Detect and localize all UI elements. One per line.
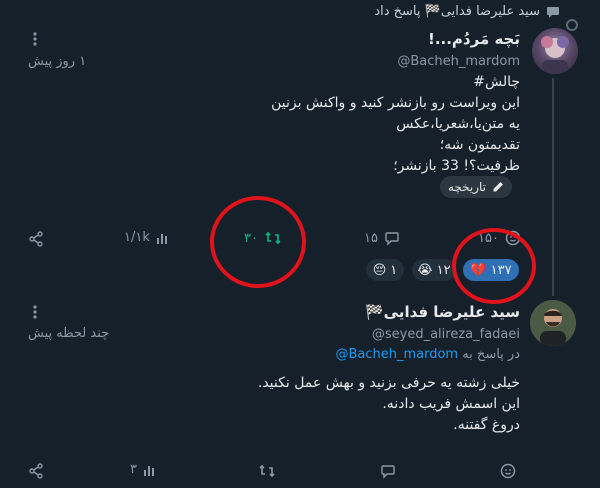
post-line: دروغ گفتنه.	[453, 417, 520, 433]
post-line: تقدیمتون شه؛	[439, 137, 520, 153]
reply-button[interactable]: ۱۵	[364, 230, 400, 246]
share-icon[interactable]	[28, 231, 44, 247]
post-time: ۱ روز پیش	[28, 54, 87, 69]
crying-emoji-icon: 😭	[417, 262, 433, 278]
reply-icon[interactable]	[380, 463, 396, 479]
post-body: چالش# این ویراست رو بازنشر کنید و واکنش …	[80, 72, 520, 177]
reply-count: ۱۵	[364, 230, 378, 246]
annotation-circle-reposts	[210, 196, 306, 288]
annotation-circle-reaction	[452, 228, 536, 304]
smiley-react-icon[interactable]	[500, 463, 516, 479]
thread-line	[552, 78, 554, 296]
repost-indicator-icon	[565, 18, 579, 32]
post-line: این ویراست رو بازنشر کنید و واکنش بزنین	[271, 95, 520, 111]
views-button[interactable]: ۱/۱k	[124, 230, 170, 245]
reply-context: در پاسخ به @Bacheh_mardom	[335, 347, 520, 362]
reaction-count: ۱	[390, 262, 398, 278]
post-line: چالش#	[473, 74, 520, 90]
post-header: سید علیرضا فدایی🏁 @seyed_alireza_fadaei	[365, 303, 520, 342]
avatar[interactable]	[532, 28, 578, 74]
views-count: ۳	[130, 462, 137, 477]
replied-header: سید علیرضا فدایی🏁 پاسخ داد	[374, 4, 560, 19]
avatar[interactable]	[530, 300, 576, 346]
post-line: یه متن‌یا،شعریا،عکس	[396, 116, 520, 132]
pencil-icon	[492, 181, 504, 193]
avatar-image	[530, 300, 576, 346]
bar-chart-icon	[143, 463, 157, 477]
reply-icon	[384, 230, 400, 246]
repost-icon[interactable]	[258, 463, 276, 479]
post-line: این اسمش فریب دادنه.	[382, 396, 520, 412]
display-name[interactable]: سید علیرضا فدایی🏁	[365, 303, 520, 321]
post-time: چند لحظه پیش	[28, 326, 110, 341]
reaction-pill-sad[interactable]: 😔 ۱	[366, 259, 404, 281]
reply-to-link[interactable]: @Bacheh_mardom	[335, 347, 458, 362]
views-button[interactable]: ۳	[130, 462, 157, 477]
edit-history-button[interactable]: تاریخچه	[439, 176, 512, 198]
views-count: ۱/۱k	[124, 230, 150, 245]
post-body: خیلی زشته یه حرفی بزنید و بهش عمل نکنید.…	[80, 373, 520, 436]
more-options-icon[interactable]	[30, 32, 40, 46]
handle[interactable]: @Bacheh_mardom	[397, 54, 520, 69]
post-line: ظرفیت؟! 33 بازنشر؛	[393, 158, 520, 174]
bar-chart-icon	[156, 231, 170, 245]
reply-prefix: در پاسخ به	[462, 347, 520, 362]
avatar-image	[541, 36, 569, 74]
more-options-icon[interactable]	[30, 305, 40, 319]
post-line: خیلی زشته یه حرفی بزنید و بهش عمل نکنید.	[257, 375, 520, 391]
handle[interactable]: @seyed_alireza_fadaei	[372, 327, 520, 342]
share-icon[interactable]	[28, 463, 44, 479]
replied-header-text: سید علیرضا فدایی🏁 پاسخ داد	[374, 4, 540, 19]
display-name[interactable]: بَچه مَردُم...!	[428, 30, 520, 48]
post-header: بَچه مَردُم...! @Bacheh_mardom	[397, 30, 520, 69]
sad-emoji-icon: 😔	[372, 262, 387, 278]
edit-history-label: تاریخچه	[447, 180, 486, 194]
reaction-pill-crying[interactable]: 😭 ۱۲	[412, 259, 456, 281]
reaction-count: ۱۲	[436, 262, 451, 278]
speech-bubble-icon	[546, 5, 560, 19]
